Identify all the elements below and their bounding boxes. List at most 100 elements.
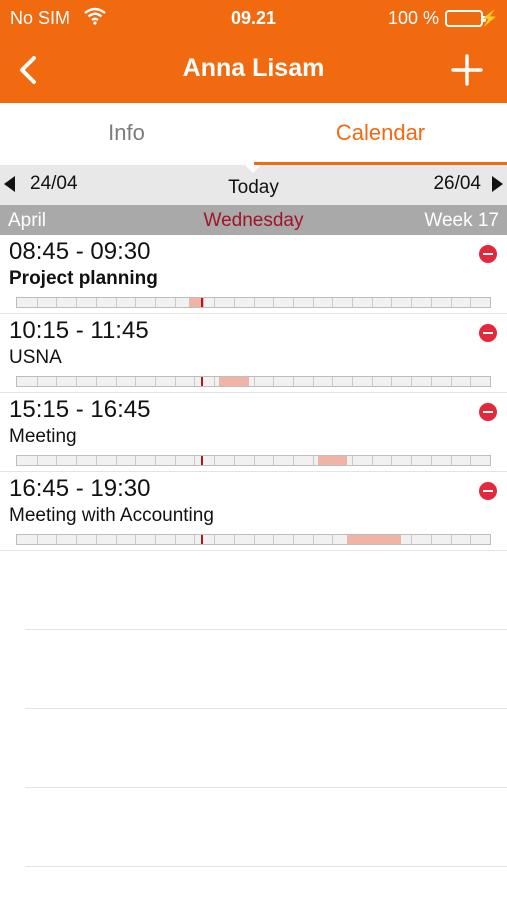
timeline-hour-tick [76,377,78,386]
timeline-hour-tick [430,456,432,465]
timeline-hour-tick [76,456,78,465]
timeline-hour-tick [233,535,235,544]
timeline-hour-tick [36,377,38,386]
today-button[interactable]: Today [0,177,507,199]
timeline-hour-tick [450,535,452,544]
timeline-hour-tick [174,456,176,465]
timeline-hour-tick [391,456,393,465]
tab-calendar[interactable]: Calendar [254,103,507,165]
timeline-hour-tick [312,377,314,386]
timeline-hour-tick [411,377,413,386]
event-time: 16:45 - 19:30 [9,475,151,502]
timeline-hour-tick [352,456,354,465]
timeline-hour-tick [214,535,216,544]
timeline-hour-tick [273,535,275,544]
event-title: Meeting [9,426,77,447]
timeline-hour-tick [292,535,294,544]
timeline-hour-tick [391,377,393,386]
empty-row [25,709,507,788]
event-item[interactable]: 08:45 - 09:30 Project planning [0,235,507,314]
timeline-hour-tick [253,298,255,307]
today-pointer [245,165,261,173]
timeline-now-marker [201,456,204,465]
timeline-hour-tick [154,535,156,544]
timeline-hour-tick [233,456,235,465]
timeline-hour-tick [391,298,393,307]
event-title: Project planning [9,268,158,289]
timeline-now-marker [201,535,204,544]
timeline-hour-tick [36,298,38,307]
timeline-hour-tick [430,377,432,386]
timeline-hour-tick [135,377,137,386]
timeline-hour-tick [95,298,97,307]
event-item[interactable]: 16:45 - 19:30 Meeting with Accounting [0,472,507,551]
event-timeline [16,534,491,545]
event-item[interactable]: 10:15 - 11:45 USNA [0,314,507,393]
page-title: Anna Lisam [182,54,325,82]
timeline-hour-tick [214,377,216,386]
timeline-hour-tick [450,298,452,307]
event-timeline [16,297,491,308]
timeline-hour-tick [36,535,38,544]
timeline-hour-tick [430,535,432,544]
timeline-hour-tick [371,298,373,307]
timeline-hour-tick [95,535,97,544]
timeline-hour-tick [154,456,156,465]
timeline-hour-tick [214,456,216,465]
add-plus-icon[interactable] [447,50,487,90]
timeline-hour-tick [352,377,354,386]
timeline-hour-tick [76,298,78,307]
event-title: USNA [9,347,62,368]
empty-row [25,630,507,709]
next-day-arrow-icon[interactable] [492,176,503,192]
timeline-hour-tick [56,298,58,307]
timeline-hour-tick [174,298,176,307]
timeline-hour-tick [233,298,235,307]
event-item[interactable]: 15:15 - 16:45 Meeting [0,393,507,472]
timeline-hour-tick [95,456,97,465]
nav-bar: Anna Lisam [0,40,507,100]
date-navigator: 24/04 Today 26/04 [0,165,507,205]
event-time: 08:45 - 09:30 [9,238,151,265]
timeline-hour-tick [115,456,117,465]
timeline-hour-tick [194,535,196,544]
timeline-hour-tick [312,456,314,465]
remove-minus-icon[interactable] [479,482,497,500]
timeline-hour-tick [470,535,472,544]
timeline-hour-tick [253,456,255,465]
timeline-hour-tick [115,298,117,307]
timeline-hour-tick [371,456,373,465]
timeline-hour-tick [430,298,432,307]
timeline-hour-tick [411,298,413,307]
timeline-hour-tick [115,377,117,386]
header: No SIM 09.21 100 % ⚡ Anna Lisam [0,0,507,103]
timeline-hour-tick [371,377,373,386]
timeline-hour-tick [411,456,413,465]
empty-rows [0,551,507,867]
tab-info[interactable]: Info [0,103,253,165]
timeline-hour-tick [174,377,176,386]
timeline-hour-tick [115,535,117,544]
status-bar: No SIM 09.21 100 % ⚡ [0,0,507,36]
remove-minus-icon[interactable] [479,245,497,263]
event-title: Meeting with Accounting [9,505,214,526]
tab-calendar-label: Calendar [335,120,426,145]
timeline-hour-tick [470,377,472,386]
battery-icon [445,10,486,27]
event-timeline [16,376,491,387]
timeline-hour-tick [95,377,97,386]
timeline-event-span [317,456,348,465]
timeline-hour-tick [135,456,137,465]
next-day-button[interactable]: 26/04 [433,173,481,195]
timeline-hour-tick [174,535,176,544]
timeline-event-span [347,535,402,544]
timeline-hour-tick [56,377,58,386]
timeline-hour-tick [312,535,314,544]
timeline-hour-tick [332,535,334,544]
timeline-hour-tick [214,298,216,307]
remove-minus-icon[interactable] [479,324,497,342]
timeline-hour-tick [292,456,294,465]
empty-row [25,551,507,630]
event-time: 10:15 - 11:45 [9,317,149,344]
remove-minus-icon[interactable] [479,403,497,421]
